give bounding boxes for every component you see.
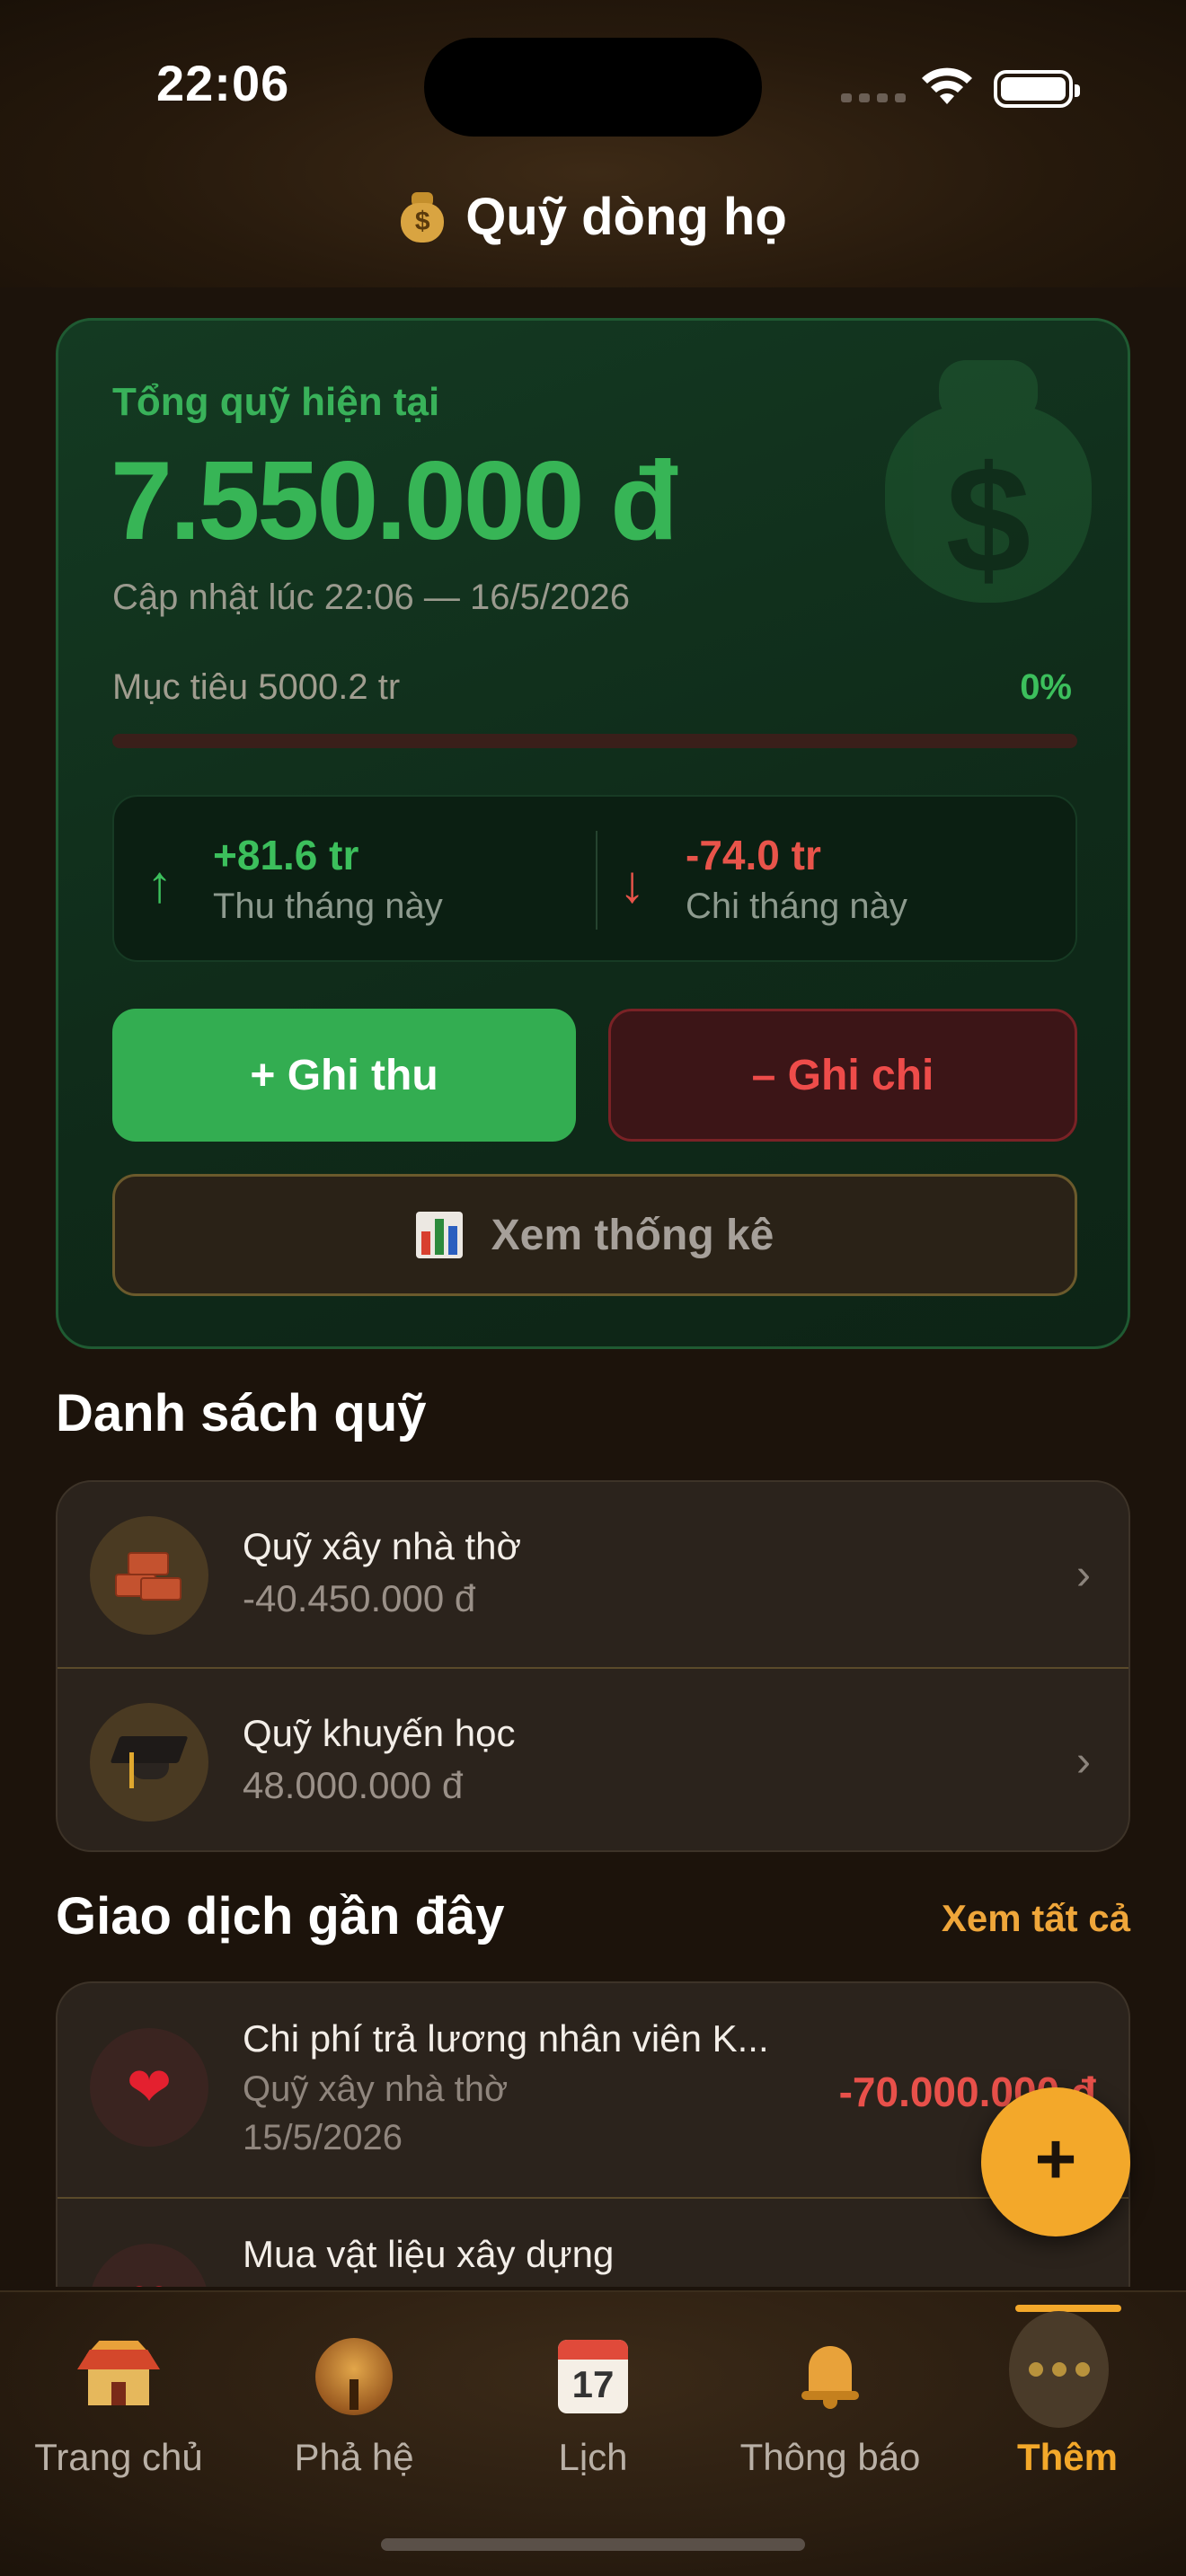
temple-icon — [77, 2335, 160, 2418]
chevron-right-icon: › — [1076, 1738, 1091, 1786]
top-header: 22:06 $ Quỹ dòng họ — [0, 0, 1186, 287]
tab-family-tree[interactable]: Phả hệ — [246, 2328, 462, 2508]
fund-list-title: Danh sách quỹ — [56, 1384, 427, 1442]
transaction-item[interactable]: ❤ Chi phí trả lương nhân viên K... Quỹ x… — [58, 1983, 1128, 2195]
chevron-right-icon: › — [1076, 1551, 1091, 1599]
fund-amount: 48.000.000 đ — [243, 1764, 464, 1806]
tab-calendar[interactable]: 17 Lịch — [485, 2328, 701, 2508]
see-all-link[interactable]: Xem tất cả — [942, 1897, 1130, 1940]
battery-icon — [994, 70, 1080, 108]
tab-label: Thông báo — [739, 2436, 921, 2478]
graduation-cap-icon — [90, 1703, 208, 1822]
more-icon — [1009, 2311, 1109, 2428]
total-fund-label: Tổng quỹ hiện tại — [112, 380, 440, 424]
home-indicator — [381, 2538, 805, 2551]
expense-value: -74.0 tr — [686, 832, 821, 878]
total-fund-amount: 7.550.000 đ — [111, 439, 678, 563]
tab-bar: Trang chủ Phả hệ 17 Lịch Thông báo Thêm — [0, 2290, 1186, 2576]
active-tab-indicator — [1015, 2305, 1121, 2312]
status-time: 22:06 — [156, 55, 290, 111]
income-caption: Thu tháng này — [213, 887, 443, 926]
tab-home[interactable]: Trang chủ — [11, 2328, 226, 2508]
page-title-text: Quỹ dòng họ — [465, 188, 787, 246]
bar-chart-icon — [415, 1212, 463, 1258]
wifi-icon — [922, 67, 972, 104]
heart-icon: ❤ — [90, 2244, 208, 2287]
tab-label: Thêm — [1016, 2436, 1118, 2478]
tab-notifications[interactable]: Thông báo — [722, 2328, 938, 2508]
money-bag-icon: $ — [399, 190, 446, 244]
transaction-name: Mua vật liệu xây dựng — [243, 2233, 615, 2275]
transaction-name: Chi phí trả lương nhân viên K... — [243, 2017, 769, 2060]
heart-icon: ❤ — [90, 2028, 208, 2147]
transaction-list: ❤ Chi phí trả lương nhân viên K... Quỹ x… — [56, 1981, 1130, 2287]
tab-more[interactable]: Thêm — [960, 2311, 1175, 2508]
plus-icon: + — [1034, 2119, 1077, 2199]
view-stats-label: Xem thống kê — [491, 1211, 774, 1259]
fund-list: Quỹ xây nhà thờ -40.450.000 đ › Quỹ khuy… — [56, 1480, 1130, 1852]
fund-amount: -40.450.000 đ — [243, 1577, 476, 1619]
page-title: $ Quỹ dòng họ — [0, 187, 1186, 247]
transaction-item[interactable]: ❤ Mua vật liệu xây dựng — [58, 2197, 1128, 2287]
fund-summary-card: $ Tổng quỹ hiện tại 7.550.000 đ Cập nhật… — [56, 318, 1130, 1349]
signal-icon — [841, 93, 906, 102]
dynamic-island — [424, 38, 762, 137]
arrow-up-icon: ↑ — [146, 855, 173, 913]
calendar-icon: 17 — [552, 2335, 634, 2418]
tab-label: Lịch — [558, 2436, 628, 2478]
money-bag-watermark-icon: $ — [867, 342, 1101, 612]
tree-icon — [313, 2335, 395, 2418]
arrow-down-icon: ↓ — [619, 855, 645, 913]
tab-label: Trang chủ — [34, 2436, 203, 2478]
bricks-icon — [90, 1516, 208, 1635]
fund-name: Quỹ xây nhà thờ — [243, 1525, 522, 1567]
expense-caption: Chi tháng này — [686, 887, 907, 926]
fund-item-church[interactable]: Quỹ xây nhà thờ -40.450.000 đ › — [58, 1482, 1128, 1667]
monthly-expense: ↓ -74.0 tr Chi tháng này — [599, 797, 1075, 964]
divider — [596, 831, 597, 930]
view-stats-button[interactable]: Xem thống kê — [112, 1174, 1077, 1296]
fund-item-education[interactable]: Quỹ khuyến học 48.000.000 đ › — [58, 1667, 1128, 1850]
monthly-income: ↑ +81.6 tr Thu tháng này — [114, 797, 590, 964]
add-income-button[interactable]: + Ghi thu — [112, 1009, 576, 1142]
goal-progress-bar — [112, 734, 1077, 748]
transactions-title: Giao dịch gần đây — [56, 1887, 505, 1945]
fund-name: Quỹ khuyến học — [243, 1712, 516, 1754]
goal-label: Mục tiêu 5000.2 tr — [112, 667, 401, 707]
last-updated-text: Cập nhật lúc 22:06 — 16/5/2026 — [112, 578, 630, 617]
monthly-flow-summary: ↑ +81.6 tr Thu tháng này ↓ -74.0 tr Chi … — [112, 795, 1077, 962]
transaction-date: 15/5/2026 — [243, 2118, 403, 2157]
add-expense-button[interactable]: – Ghi chi — [608, 1009, 1077, 1142]
calendar-day: 17 — [571, 2363, 615, 2405]
transaction-fund: Quỹ xây nhà thờ — [243, 2069, 509, 2109]
income-value: +81.6 tr — [213, 832, 359, 878]
bell-icon — [789, 2335, 872, 2418]
tab-label: Phả hệ — [294, 2436, 414, 2478]
add-transaction-fab[interactable]: + — [981, 2087, 1130, 2236]
goal-percent: 0% — [1020, 667, 1072, 707]
